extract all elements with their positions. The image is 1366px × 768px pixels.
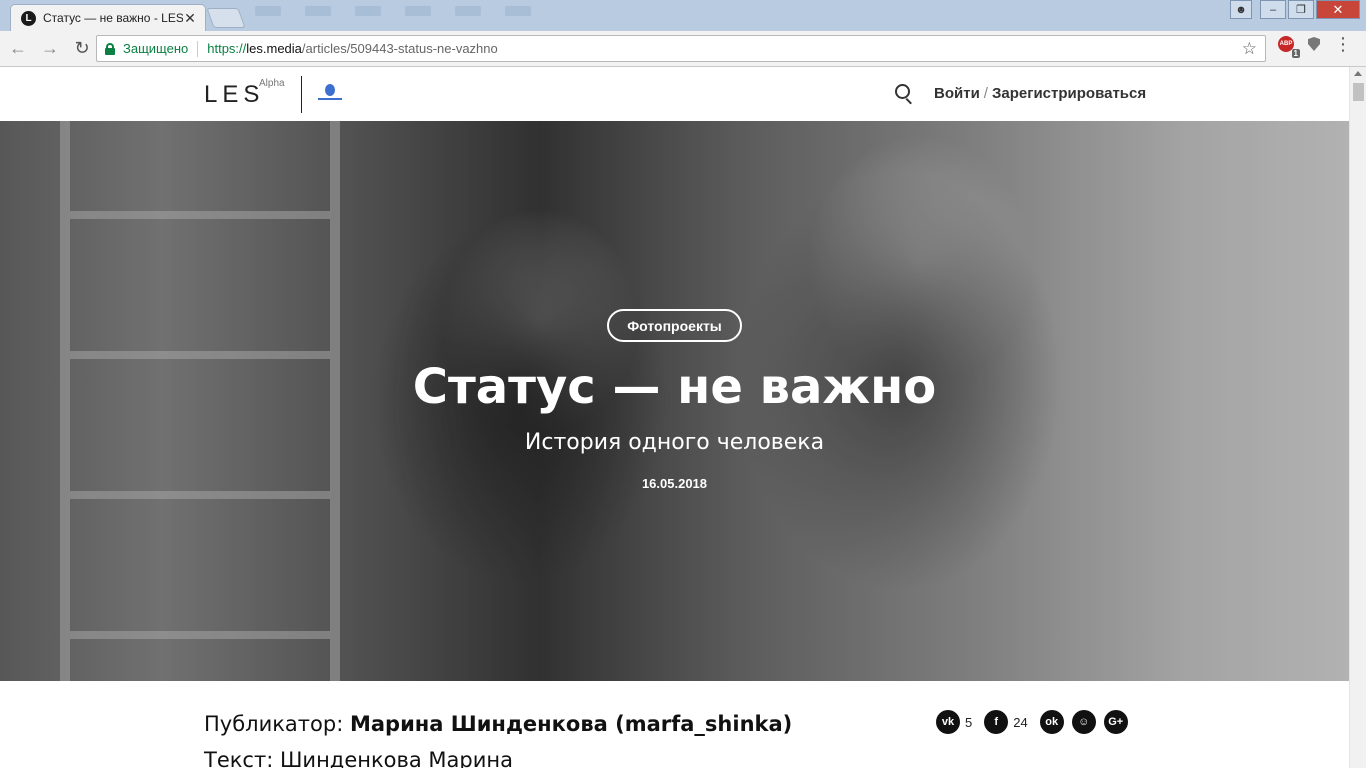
share-vk[interactable]: vk 5: [936, 710, 972, 734]
scroll-up-arrow-icon[interactable]: [1354, 71, 1362, 76]
hero-content: Фотопроекты Статус — не важно История од…: [0, 121, 1349, 681]
article-title: Статус — не важно: [412, 359, 937, 415]
profile-icon[interactable]: ☻: [1230, 0, 1252, 19]
partner-logo-icon[interactable]: [318, 84, 342, 104]
publisher-name[interactable]: Марина Шинденкова (marfa_shinka): [350, 712, 792, 736]
article-subtitle: История одного человека: [524, 430, 825, 455]
login-link[interactable]: Войти: [934, 85, 980, 102]
facebook-count: 24: [1013, 714, 1028, 730]
page-scrollbar[interactable]: [1349, 67, 1366, 768]
tab-title: Статус — не важно - LES: [43, 11, 183, 25]
les-favicon-icon: L: [21, 10, 36, 26]
lock-icon: [105, 42, 115, 55]
publisher-byline: Публикатор: Марина Шинденкова (marfa_shi…: [204, 712, 792, 736]
adblock-label: ABP: [1279, 41, 1293, 47]
odnoklassniki-icon[interactable]: ok: [1039, 710, 1064, 734]
reload-icon[interactable]: ↻: [68, 35, 96, 63]
logo-divider: [301, 76, 302, 113]
url-text[interactable]: https://les.media/articles/509443-status…: [207, 41, 1242, 56]
register-link[interactable]: Зарегистрироваться: [992, 85, 1146, 102]
url-scheme: https://: [207, 41, 247, 56]
article-date: 16.05.2018: [641, 476, 708, 491]
adblock-badge: 1: [1291, 49, 1300, 58]
les-logo[interactable]: LES: [204, 81, 264, 109]
extensions-area: ABP 1 ⋮: [1278, 35, 1352, 58]
text-credit: Текст: Шинденкова Марина: [204, 748, 513, 768]
scroll-thumb[interactable]: [1353, 83, 1364, 101]
maximize-button[interactable]: ❐: [1288, 0, 1314, 19]
share-bar: vk 5 f 24 ok ☺ G+: [936, 710, 1136, 734]
close-window-button[interactable]: ✕: [1316, 0, 1360, 19]
adblock-icon[interactable]: ABP 1: [1278, 36, 1300, 58]
window-controls: ☻ – ❐ ✕: [1228, 0, 1360, 19]
url-separator: [197, 40, 199, 57]
site-header: LES Alpha Войти / Зарегистрироваться: [0, 67, 1349, 121]
url-host: les.media: [246, 41, 302, 56]
forward-arrow-icon[interactable]: →: [36, 35, 64, 63]
logo-alpha-label: Alpha: [259, 78, 285, 89]
address-bar[interactable]: Защищено https://les.media/articles/5094…: [96, 35, 1266, 62]
back-arrow-icon[interactable]: ←: [4, 35, 32, 63]
minimize-button[interactable]: –: [1260, 0, 1286, 19]
vk-icon[interactable]: vk: [936, 710, 960, 734]
browser-tab[interactable]: L Статус — не важно - LES ✕: [10, 4, 206, 31]
shield-icon[interactable]: [1308, 37, 1320, 51]
menu-icon[interactable]: ⋮: [1334, 35, 1352, 53]
page-viewport: LES Alpha Войти / Зарегистрироваться Фотоп…: [0, 67, 1349, 768]
share-googleplus[interactable]: G+: [1103, 710, 1128, 734]
mailru-icon[interactable]: ☺: [1071, 710, 1096, 734]
publisher-label: Публикатор:: [204, 712, 344, 736]
hero-image: Фотопроекты Статус — не важно История од…: [0, 121, 1349, 681]
browser-toolbar: ← → ↻ Защищено https://les.media/article…: [0, 31, 1366, 67]
search-icon[interactable]: [895, 84, 914, 105]
share-odnoklassniki[interactable]: ok: [1039, 710, 1064, 734]
google-plus-icon[interactable]: G+: [1103, 710, 1128, 734]
category-tag[interactable]: Фотопроекты: [607, 309, 742, 342]
auth-separator: /: [983, 85, 988, 102]
browser-titlebar: L Статус — не важно - LES ✕ ☻ – ❐ ✕: [0, 0, 1366, 31]
auth-links: Войти / Зарегистрироваться: [934, 85, 1146, 102]
share-facebook[interactable]: f 24: [984, 710, 1028, 734]
tab-close-icon[interactable]: ✕: [183, 10, 197, 27]
vk-count: 5: [965, 714, 973, 730]
url-path: /articles/509443-status-ne-vazhno: [301, 41, 498, 56]
blurred-bookmarks: [255, 6, 535, 20]
share-mailru[interactable]: ☺: [1071, 710, 1096, 734]
facebook-icon[interactable]: f: [984, 710, 1009, 734]
new-tab-button[interactable]: [206, 8, 246, 28]
star-icon[interactable]: ☆: [1242, 39, 1257, 59]
secure-label: Защищено: [123, 41, 189, 56]
